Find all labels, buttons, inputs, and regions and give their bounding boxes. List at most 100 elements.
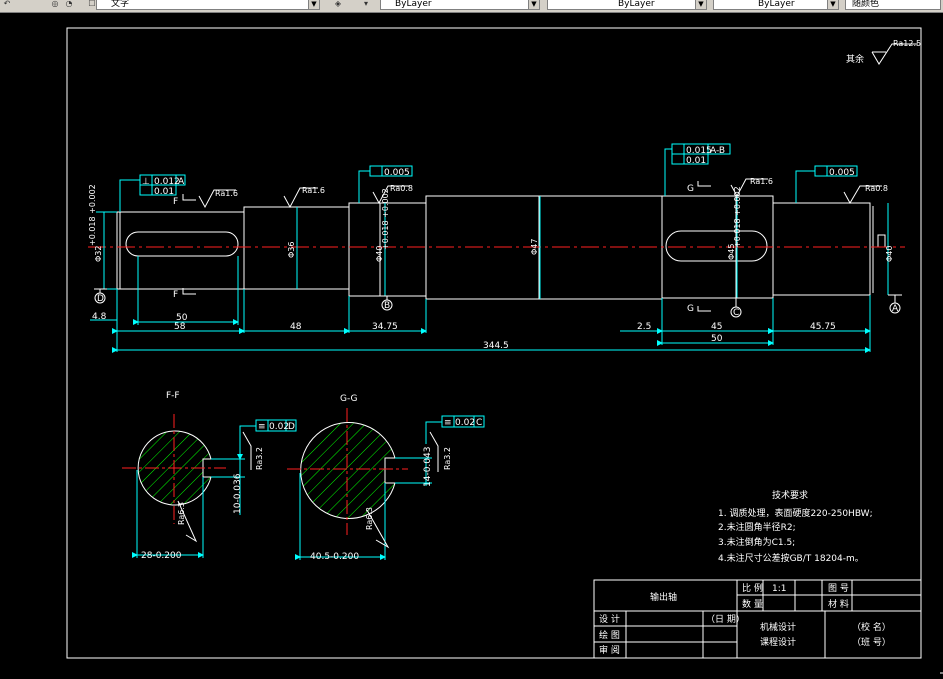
part-name: 输出轴 — [650, 591, 677, 603]
section-ff-title: F-F — [166, 391, 180, 401]
tol-a-val: 0.012 — [154, 177, 180, 187]
color-select[interactable]: 随颜色 — [845, 0, 941, 10]
tol-circ2: 0.01 — [686, 156, 706, 166]
tech-requirements: 技术要求 1. 调质处理，表面硬度220-250HBW; 2.未注圆角半径R2;… — [718, 489, 873, 564]
chevron-down-icon[interactable]: ▼ — [308, 0, 319, 9]
ff-tol-ref: D — [288, 422, 295, 432]
course-line-1: 机械设计 — [760, 621, 796, 633]
dim-4-8: 4.8 — [92, 312, 107, 322]
section-ff: F-F ≡ 0.02 D Ra3.2 Ra6.3 28-0.200 10-0.0… — [122, 391, 297, 561]
dim-45-75: 45.75 — [810, 322, 836, 332]
roughness-other-label: 其余 — [846, 53, 864, 65]
tol-ab-val: 0.015 — [686, 146, 712, 156]
lineweight-select[interactable]: ByLayer ▼ — [713, 0, 839, 10]
roughness-other: 其余 Ra12.5 — [846, 39, 921, 65]
gg-ra-key: Ra3.2 — [443, 447, 452, 470]
chevron-down-icon[interactable]: ▼ — [695, 0, 706, 9]
tol-a-ref: A — [178, 177, 185, 187]
chevron-down-icon[interactable]: ▼ — [827, 0, 838, 9]
tol-ab-ref: A-B — [710, 146, 725, 156]
gg-tol-sym: ≡ — [444, 418, 452, 428]
ra-4: Ra1.6 — [750, 177, 773, 186]
datum-d: D — [97, 294, 104, 304]
ff-ra-bottom: Ra6.3 — [177, 502, 186, 525]
ff-tol-val: 0.02 — [269, 422, 289, 432]
ff-ra-key: Ra3.2 — [255, 447, 264, 470]
tol-005-left: 0.005 — [384, 168, 410, 178]
ra-3: Ra0.8 — [390, 184, 413, 193]
undo-icon[interactable]: ↶ — [2, 0, 12, 9]
material-label: 材 料 — [828, 598, 849, 610]
datum-a: A — [892, 304, 899, 314]
ra-5: Ra0.8 — [865, 184, 888, 193]
diam-36: Φ36 — [287, 242, 296, 258]
dim-344-5: 344.5 — [483, 341, 509, 351]
gg-tol-ref: C — [476, 418, 482, 428]
linetype-select[interactable]: ByLayer ▼ — [547, 0, 707, 10]
ff-dim-bottom: 28-0.200 — [141, 551, 182, 561]
tech-req-item-4: 4.未注尺寸公差按GB/T 18204-m。 — [718, 552, 864, 564]
dim-48: 48 — [290, 322, 302, 332]
drawing-canvas[interactable]: 其余 Ra12.5 Φ32 +0.018 +0.002 Φ36 Φ40 +0.0… — [0, 13, 943, 675]
qty-label: 数 量 — [742, 598, 763, 610]
tool2-icon[interactable]: ◔ — [64, 0, 74, 9]
section-gg: G-G ≡ 0.02 C Ra3.2 Ra6.3 40.5-0.200 14-0… — [287, 394, 485, 562]
diam-32: Φ32 — [94, 246, 103, 262]
datum-c: C — [733, 308, 739, 318]
title-block: 输出轴 比 例 1:1 图 号 数 量 材 料 设 计 （日 期） 绘 图 审 … — [593, 579, 922, 659]
linetype-value: ByLayer — [618, 0, 655, 9]
chevron-down-icon[interactable]: ▼ — [528, 0, 539, 9]
ratio-label: 比 例 — [742, 582, 763, 594]
tool-icon[interactable]: ◎ — [50, 0, 60, 9]
section-gg-title: G-G — [340, 394, 358, 404]
course-line-2: 课程设计 — [760, 636, 796, 648]
class-label: （班 号） — [852, 636, 891, 648]
section-f-bottom: F — [173, 290, 178, 300]
design-label: 设 计 — [599, 613, 620, 625]
dim-2-5: 2.5 — [637, 322, 651, 332]
diam-40-right: Φ40 — [885, 246, 894, 262]
dim-58: 58 — [174, 322, 186, 332]
drawing-no-label: 图 号 — [828, 583, 849, 594]
text-style-value: 文字 — [111, 0, 130, 9]
ra-1: Ra1.6 — [215, 189, 238, 198]
tech-req-title: 技术要求 — [772, 489, 808, 501]
draw-label: 绘 图 — [599, 629, 620, 641]
tol-005-right: 0.005 — [829, 168, 855, 178]
gg-dim-bottom: 40.5-0.200 — [310, 552, 359, 562]
text-style-select[interactable]: 文字 ▼ — [96, 0, 320, 10]
gg-dim-key: 14-0.043 — [423, 447, 433, 487]
datum-b: B — [384, 301, 390, 311]
tech-req-item-2: 2.未注圆角半径R2; — [718, 521, 796, 533]
tol-circ1: 0.01 — [154, 187, 174, 197]
tol-a-sym: ⊥ — [142, 177, 150, 187]
diam-32-tol: +0.018 +0.002 — [88, 184, 97, 246]
review-label: 审 阅 — [599, 644, 620, 656]
school-label: （校 名） — [852, 621, 891, 633]
section-f-top: F — [173, 197, 178, 207]
roughness-other-value: Ra12.5 — [893, 39, 921, 48]
dim-34-75: 34.75 — [372, 322, 398, 332]
section-g-bottom: G — [687, 304, 694, 314]
diam-47: Φ47 — [530, 239, 539, 255]
layer-icon[interactable]: ◈ — [333, 0, 343, 9]
lineweight-value: ByLayer — [758, 0, 795, 9]
date-label: （日 期） — [706, 614, 745, 625]
gg-tol-val: 0.02 — [455, 418, 475, 428]
dim-45: 45 — [711, 322, 722, 332]
toolbar: ↶ ◎ ◔ ☐ 文字 ▼ ◈ ▾ ByLayer ▼ ByLayer ▼ ByL… — [0, 0, 943, 13]
ra-2: Ra1.6 — [302, 186, 325, 195]
layer-select[interactable]: ByLayer ▼ — [380, 0, 540, 10]
ff-dim-key: 10-0.036 — [233, 473, 243, 514]
layer-value: ByLayer — [395, 0, 432, 9]
color-value: 随颜色 — [852, 0, 880, 9]
section-g-top: G — [687, 184, 694, 194]
shaft-view: Φ32 +0.018 +0.002 Φ36 Φ40 +0.018 +0.002 … — [88, 143, 905, 353]
ratio-value: 1:1 — [772, 584, 786, 594]
tech-req-item-1: 1. 调质处理，表面硬度220-250HBW; — [718, 507, 873, 519]
ff-tol-sym: ≡ — [258, 422, 266, 432]
tech-req-item-3: 3.未注倒角为C1.5; — [718, 536, 795, 548]
gg-ra-bottom: Ra6.3 — [365, 507, 374, 530]
layer-prev-icon[interactable]: ▾ — [361, 0, 371, 9]
dim-50-key2: 50 — [711, 334, 723, 344]
